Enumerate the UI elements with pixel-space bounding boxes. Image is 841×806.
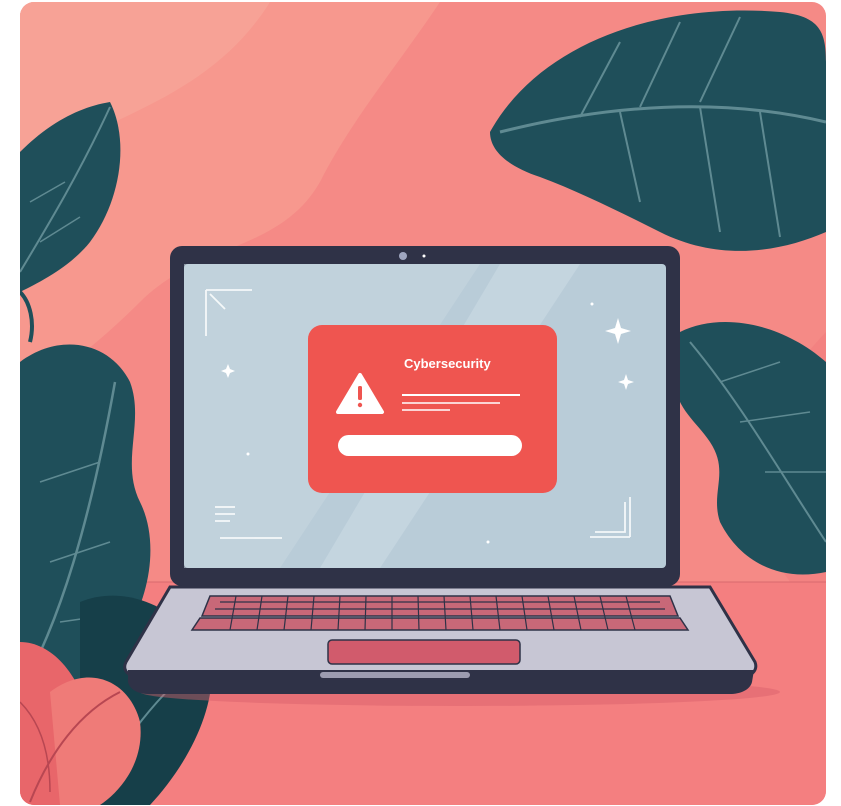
alert-card: Cybersecurity xyxy=(308,325,557,493)
cybersecurity-illustration: Cybersecurity xyxy=(20,2,826,805)
keyboard xyxy=(190,595,690,631)
illustration-card: Cybersecurity xyxy=(20,2,826,805)
webcam xyxy=(399,252,407,260)
alert-input-bar xyxy=(338,435,522,456)
alert-title: Cybersecurity xyxy=(404,356,491,371)
trackpad xyxy=(327,639,521,665)
